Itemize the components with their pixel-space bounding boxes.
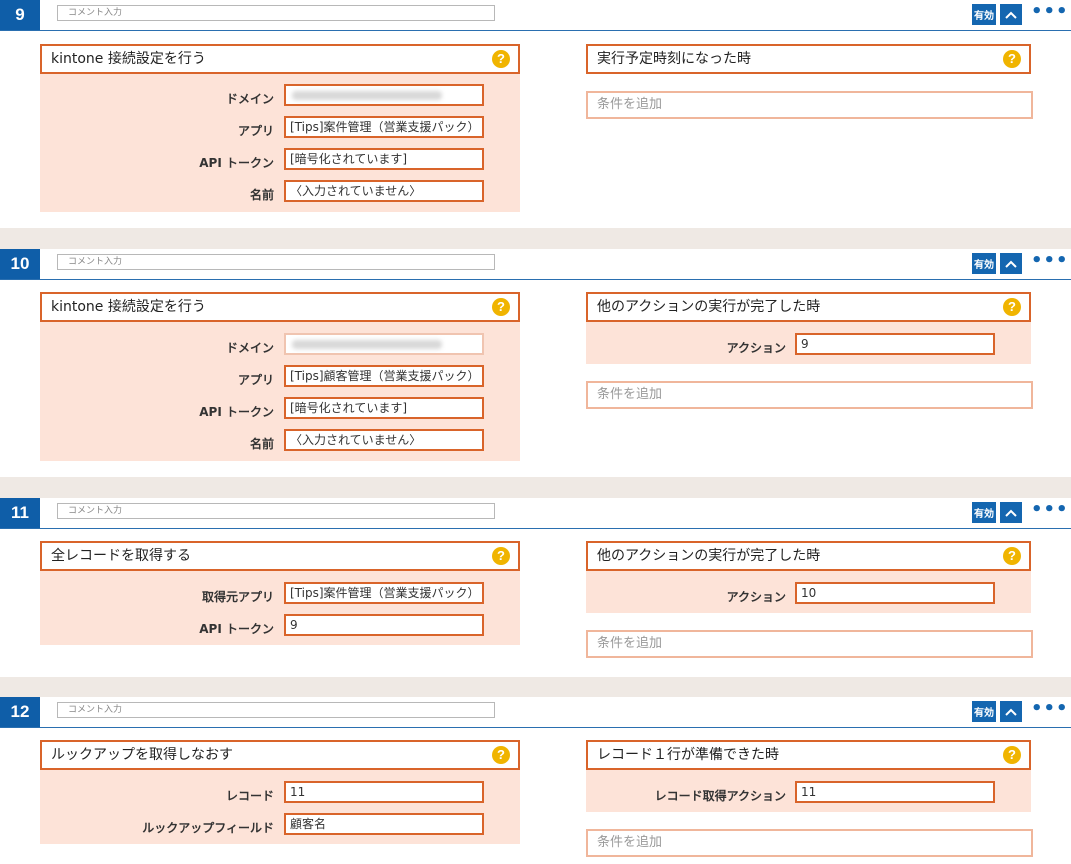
enabled-toggle-button[interactable]: 有効 (972, 4, 996, 25)
action-title-text: kintone 接続設定を行う (51, 51, 206, 67)
chevron-up-icon (1005, 509, 1017, 517)
step-number: 12 (0, 697, 40, 727)
step-body-9: kintone 接続設定を行う? ドメイン アプリ [Tips]案件管理（営業支… (0, 31, 1071, 228)
action-title-text: ルックアップを取得しなおす (51, 747, 233, 763)
action-settings-panel: ドメイン アプリ [Tips]案件管理（営業支援パック） API トークン [暗… (40, 74, 520, 212)
field-label: 名前 (249, 188, 274, 202)
comment-input[interactable]: コメント入力 (57, 702, 495, 718)
add-condition-button[interactable]: 条件を追加 (586, 381, 1033, 409)
question-icon[interactable]: ? (492, 298, 510, 316)
blurred-domain (292, 340, 442, 349)
step-body-12: ルックアップを取得しなおす? レコード 11 ルックアップフィールド 顧客名 レ… (0, 728, 1071, 864)
collapse-button[interactable] (1000, 701, 1022, 722)
condition-settings-panel: アクション 10 (586, 571, 1031, 613)
action-title: ルックアップを取得しなおす? (40, 740, 520, 770)
add-condition-button[interactable]: 条件を追加 (586, 91, 1033, 119)
api-token-field[interactable]: [暗号化されています] (284, 148, 484, 170)
field-label: アクション (726, 590, 786, 604)
step-body-10: kintone 接続設定を行う? ドメイン アプリ [Tips]顧客管理（営業支… (0, 280, 1071, 477)
condition-title: 実行予定時刻になった時? (586, 44, 1031, 74)
more-dots-icon[interactable]: ••• (1031, 501, 1068, 521)
field-label: ドメイン (225, 341, 274, 355)
more-dots-icon[interactable]: ••• (1031, 3, 1068, 23)
condition-title: 他のアクションの実行が完了した時? (586, 541, 1031, 571)
question-icon[interactable]: ? (1003, 298, 1021, 316)
action-title: 全レコードを取得する? (40, 541, 520, 571)
action-settings-panel: 取得元アプリ [Tips]案件管理（営業支援パック） API トークン 9 (40, 571, 520, 645)
field-label: レコード (225, 789, 274, 803)
field-label: アプリ (237, 373, 274, 387)
domain-field[interactable] (284, 84, 484, 106)
chevron-up-icon (1005, 11, 1017, 19)
question-icon[interactable]: ? (492, 746, 510, 764)
add-condition-button[interactable]: 条件を追加 (586, 630, 1033, 658)
action-field[interactable]: 9 (795, 333, 995, 355)
comment-input[interactable]: コメント入力 (57, 254, 495, 270)
field-label: アプリ (237, 124, 274, 138)
condition-title-text: レコード１行が準備できた時 (597, 747, 779, 763)
chevron-up-icon (1005, 708, 1017, 716)
field-label: アクション (726, 341, 786, 355)
action-title: kintone 接続設定を行う? (40, 292, 520, 322)
lookup-field[interactable]: 顧客名 (284, 813, 484, 835)
api-token-field[interactable]: [暗号化されています] (284, 397, 484, 419)
field-label: API トークン (199, 156, 274, 170)
action-title-text: 全レコードを取得する (51, 548, 191, 564)
collapse-button[interactable] (1000, 502, 1022, 523)
step-number: 11 (0, 498, 40, 528)
step-body-11: 全レコードを取得する? 取得元アプリ [Tips]案件管理（営業支援パック） A… (0, 529, 1071, 677)
condition-settings-panel: アクション 9 (586, 322, 1031, 364)
question-icon[interactable]: ? (1003, 746, 1021, 764)
question-icon[interactable]: ? (1003, 547, 1021, 565)
step-header-9: 9 コメント入力 有効 ••• (0, 0, 1071, 31)
enabled-toggle-button[interactable]: 有効 (972, 253, 996, 274)
app-field[interactable]: [Tips]顧客管理（営業支援パック） (284, 365, 484, 387)
api-token-field[interactable]: 9 (284, 614, 484, 636)
condition-title-text: 他のアクションの実行が完了した時 (597, 299, 821, 315)
comment-input[interactable]: コメント入力 (57, 5, 495, 21)
record-field[interactable]: 11 (284, 781, 484, 803)
more-dots-icon[interactable]: ••• (1031, 252, 1068, 272)
blurred-domain (292, 91, 442, 100)
source-app-field[interactable]: [Tips]案件管理（営業支援パック） (284, 582, 484, 604)
enabled-toggle-button[interactable]: 有効 (972, 701, 996, 722)
condition-settings-panel: レコード取得アクション 11 (586, 770, 1031, 812)
field-label: レコード取得アクション (654, 789, 786, 803)
app-field[interactable]: [Tips]案件管理（営業支援パック） (284, 116, 484, 138)
field-label: 取得元アプリ (201, 590, 274, 604)
question-icon[interactable]: ? (492, 50, 510, 68)
action-settings-panel: ドメイン アプリ [Tips]顧客管理（営業支援パック） API トークン [暗… (40, 322, 520, 461)
condition-title: 他のアクションの実行が完了した時? (586, 292, 1031, 322)
action-title: kintone 接続設定を行う? (40, 44, 520, 74)
action-settings-panel: レコード 11 ルックアップフィールド 顧客名 (40, 770, 520, 844)
field-label: API トークン (199, 405, 274, 419)
collapse-button[interactable] (1000, 253, 1022, 274)
question-icon[interactable]: ? (492, 547, 510, 565)
step-number: 10 (0, 249, 40, 279)
domain-field[interactable] (284, 333, 484, 355)
field-label: API トークン (199, 622, 274, 636)
comment-input[interactable]: コメント入力 (57, 503, 495, 519)
collapse-button[interactable] (1000, 4, 1022, 25)
action-field[interactable]: 10 (795, 582, 995, 604)
condition-title-text: 実行予定時刻になった時 (597, 51, 751, 67)
step-header-11: 11 コメント入力 有効 ••• (0, 498, 1071, 529)
step-header-12: 12 コメント入力 有効 ••• (0, 697, 1071, 728)
condition-title: レコード１行が準備できた時? (586, 740, 1031, 770)
question-icon[interactable]: ? (1003, 50, 1021, 68)
name-field[interactable]: 〈入力されていません〉 (284, 429, 484, 451)
record-action-field[interactable]: 11 (795, 781, 995, 803)
step-number: 9 (0, 0, 40, 30)
action-title-text: kintone 接続設定を行う (51, 299, 206, 315)
chevron-up-icon (1005, 260, 1017, 268)
more-dots-icon[interactable]: ••• (1031, 700, 1068, 720)
field-label: 名前 (249, 437, 274, 451)
enabled-toggle-button[interactable]: 有効 (972, 502, 996, 523)
condition-title-text: 他のアクションの実行が完了した時 (597, 548, 821, 564)
name-field[interactable]: 〈入力されていません〉 (284, 180, 484, 202)
field-label: ルックアップフィールド (142, 821, 274, 835)
field-label: ドメイン (225, 92, 274, 106)
add-condition-button[interactable]: 条件を追加 (586, 829, 1033, 857)
step-header-10: 10 コメント入力 有効 ••• (0, 249, 1071, 280)
